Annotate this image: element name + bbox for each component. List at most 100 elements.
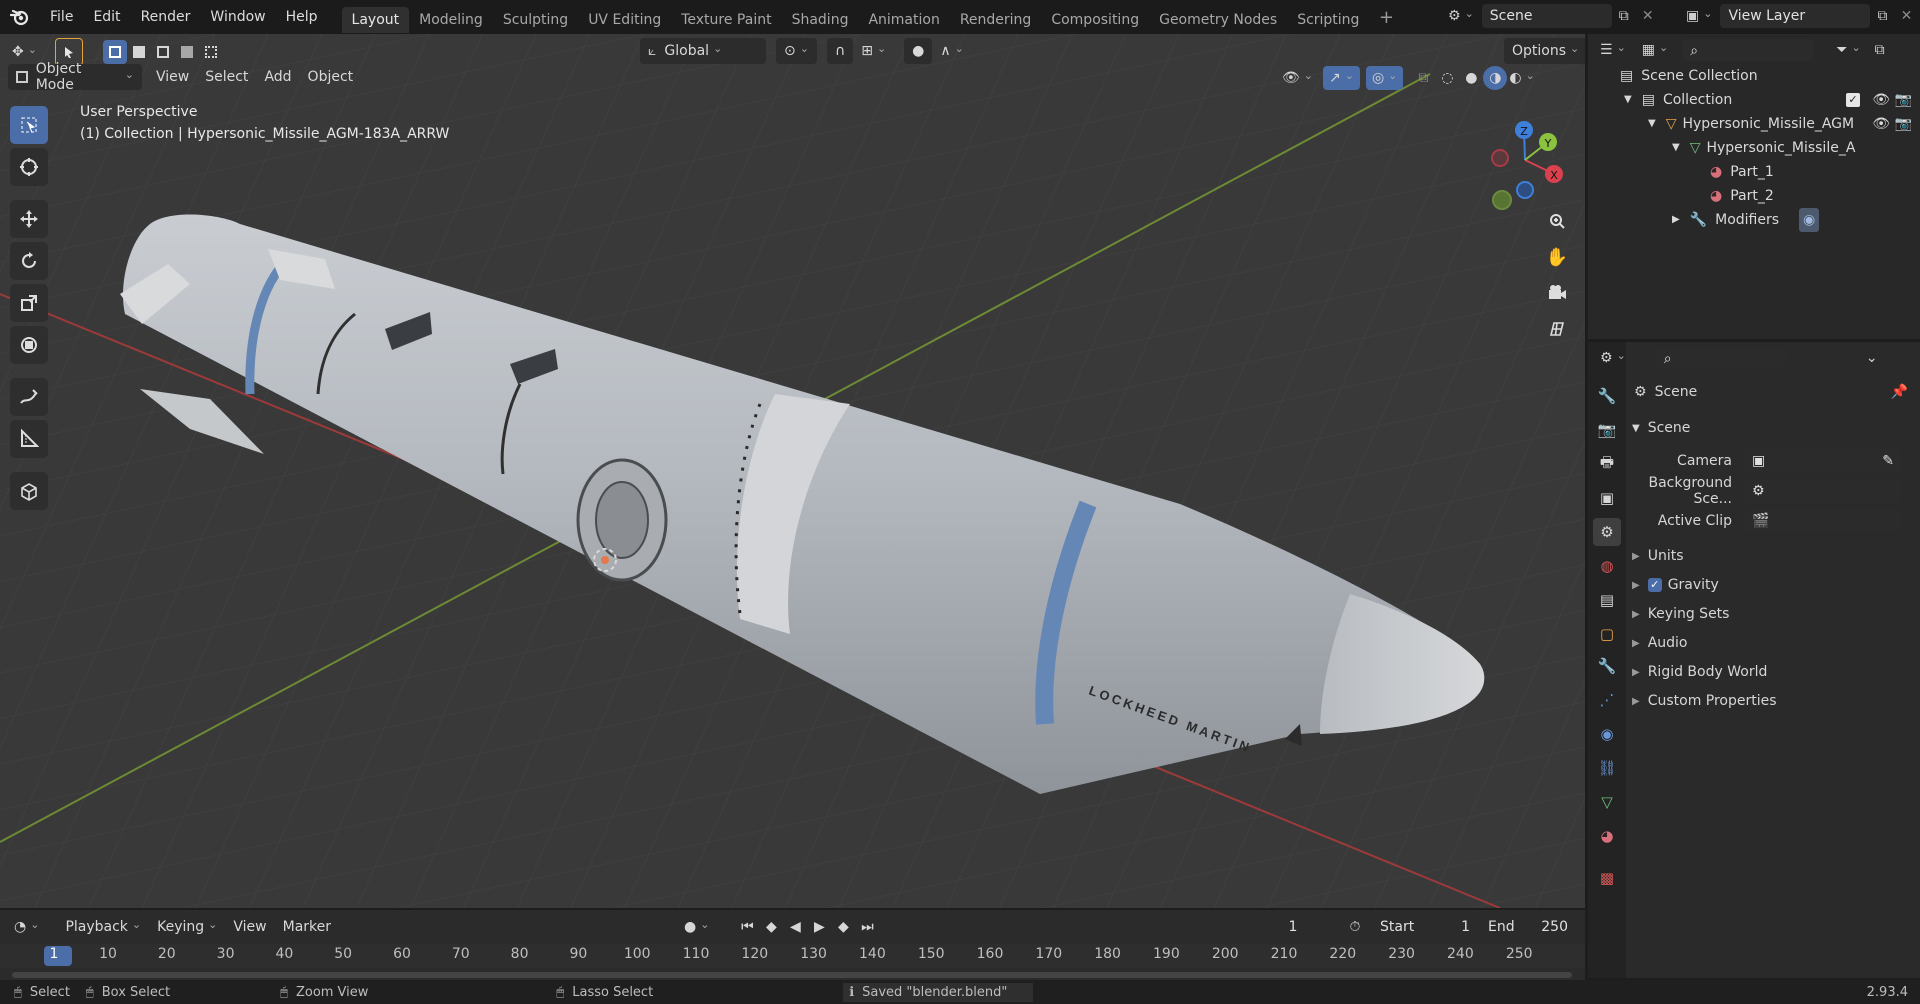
- expand-arrow-icon[interactable]: ▼: [1672, 136, 1680, 160]
- collapse-arrow-icon[interactable]: ▶: [1672, 208, 1680, 232]
- pan-hand-icon[interactable]: ✋: [1542, 242, 1572, 272]
- properties-options-icon[interactable]: ⌄: [1862, 346, 1882, 370]
- scale-tool-icon[interactable]: [10, 284, 48, 322]
- play-icon[interactable]: ▶: [807, 915, 831, 939]
- world-properties-icon[interactable]: ◍: [1593, 552, 1621, 580]
- scene-properties-icon[interactable]: ⚙: [1593, 518, 1621, 546]
- delete-view-layer-icon[interactable]: ✕: [1894, 4, 1918, 28]
- tab-compositing[interactable]: Compositing: [1041, 7, 1149, 33]
- tab-layout[interactable]: Layout: [341, 7, 410, 33]
- solid-shading-icon[interactable]: ●: [1459, 66, 1483, 90]
- 3d-viewport[interactable]: LOCKHEED MARTIN ✥ ⟀ Global ⊙ ∩ ⊞ ● ∧: [0, 34, 1585, 908]
- tab-shading[interactable]: Shading: [782, 7, 859, 33]
- visibility-eye-icon[interactable]: 👁: [1872, 112, 1890, 136]
- tab-rendering[interactable]: Rendering: [950, 7, 1042, 33]
- jump-to-end-icon[interactable]: ⏭: [855, 915, 879, 939]
- play-reverse-icon[interactable]: ◀: [783, 915, 807, 939]
- collection-properties-icon[interactable]: ▤: [1593, 586, 1621, 614]
- pin-icon[interactable]: 📌: [1891, 384, 1908, 400]
- keying-sets-panel-header[interactable]: ▶ Keying Sets: [1632, 600, 1916, 628]
- view-layer-properties-icon[interactable]: ▣: [1593, 484, 1621, 512]
- menu-timeline-view[interactable]: View: [225, 914, 274, 940]
- proportional-falloff-dropdown[interactable]: ∧: [932, 38, 971, 64]
- cursor-tool-icon[interactable]: [10, 148, 48, 186]
- eyedropper-icon[interactable]: ✎: [1882, 449, 1894, 473]
- view-layer-field[interactable]: View Layer: [1720, 4, 1871, 28]
- menu-select[interactable]: Select: [197, 64, 256, 90]
- tab-modeling[interactable]: Modeling: [409, 7, 493, 33]
- view-layer-browse-icon[interactable]: ▣: [1682, 4, 1716, 28]
- outliner-search-input[interactable]: ⌕: [1682, 39, 1815, 61]
- transform-tool-icon[interactable]: [10, 326, 48, 364]
- material-preview-shading-icon[interactable]: ◑: [1483, 66, 1508, 90]
- menu-render[interactable]: Render: [131, 0, 201, 34]
- rigid-body-world-panel-header[interactable]: ▶ Rigid Body World: [1632, 658, 1916, 686]
- units-panel-header[interactable]: ▶ Units: [1632, 542, 1916, 570]
- navigation-gizmo[interactable]: Z X Y: [1476, 108, 1580, 212]
- tab-scripting[interactable]: Scripting: [1287, 7, 1369, 33]
- rotate-tool-icon[interactable]: [10, 242, 48, 280]
- outliner-row-modifiers[interactable]: ▶ 🔧 Modifiers ◉: [1588, 208, 1920, 232]
- zoom-icon[interactable]: [1542, 206, 1572, 236]
- menu-edit[interactable]: Edit: [83, 0, 130, 34]
- timeline-scrollbar[interactable]: [12, 972, 1572, 978]
- data-properties-icon[interactable]: ▽: [1593, 788, 1621, 816]
- filter-icon[interactable]: ⏷: [1832, 38, 1864, 62]
- subtract-selection-icon[interactable]: [151, 40, 175, 64]
- camera-field[interactable]: ▣ ✎: [1744, 448, 1902, 473]
- end-frame-field[interactable]: End 250: [1480, 915, 1576, 939]
- expand-arrow-icon[interactable]: ▼: [1624, 88, 1632, 112]
- auto-keying-icon[interactable]: ●: [680, 915, 713, 939]
- move-tool-icon[interactable]: [10, 200, 48, 238]
- menu-view[interactable]: View: [148, 64, 197, 90]
- new-scene-icon[interactable]: ⧉: [1612, 4, 1636, 28]
- visibility-filter-icon[interactable]: 👁: [1278, 66, 1317, 90]
- render-camera-icon[interactable]: 📷: [1895, 112, 1912, 136]
- overlays-toggle-icon[interactable]: ◎: [1365, 66, 1404, 90]
- timeline-editor-type-icon[interactable]: ◔: [10, 915, 43, 939]
- particle-properties-icon[interactable]: ⋰: [1593, 686, 1621, 714]
- preview-range-icon[interactable]: ⏱: [1342, 915, 1368, 939]
- menu-playback[interactable]: Playback: [57, 914, 149, 940]
- tab-texture-paint[interactable]: Texture Paint: [671, 7, 781, 33]
- transform-orientation-dropdown[interactable]: ⟀ Global: [640, 38, 766, 64]
- exclude-checkbox[interactable]: ✓: [1846, 93, 1860, 107]
- scene-name-field[interactable]: Scene: [1481, 4, 1612, 28]
- delete-scene-icon[interactable]: ✕: [1636, 4, 1660, 28]
- invert-selection-icon[interactable]: [175, 40, 199, 64]
- annotate-tool-icon[interactable]: [10, 378, 48, 416]
- tool-properties-icon[interactable]: 🔧: [1593, 382, 1621, 410]
- snap-target-dropdown[interactable]: ⊞: [853, 38, 894, 64]
- new-view-layer-icon[interactable]: ⧉: [1870, 4, 1894, 28]
- object-properties-icon[interactable]: ▢: [1593, 620, 1621, 648]
- ortho-grid-icon[interactable]: [1542, 314, 1572, 344]
- wireframe-shading-icon[interactable]: ◌: [1435, 66, 1459, 90]
- rendered-shading-icon[interactable]: ◐: [1507, 66, 1536, 90]
- add-cube-tool-icon[interactable]: [10, 472, 48, 510]
- gravity-panel-header[interactable]: ▶ ✓ Gravity: [1632, 571, 1916, 599]
- menu-object[interactable]: Object: [300, 64, 362, 90]
- texture-properties-icon[interactable]: ▩: [1593, 864, 1621, 892]
- background-scene-field[interactable]: ⚙: [1744, 478, 1902, 503]
- outliner-row-mesh[interactable]: ▼ ▽ Hypersonic_Missile_A: [1588, 136, 1920, 160]
- outliner-editor-type-icon[interactable]: ☰: [1596, 38, 1630, 62]
- scene-panel-header[interactable]: ▼ Scene: [1632, 414, 1916, 442]
- display-mode-icon[interactable]: ▦: [1638, 38, 1672, 62]
- current-frame-field[interactable]: 1: [1250, 915, 1336, 939]
- snap-toggle[interactable]: ∩: [826, 38, 854, 64]
- menu-add[interactable]: Add: [256, 64, 299, 90]
- gravity-checkbox[interactable]: ✓: [1647, 578, 1662, 592]
- intersect-selection-icon[interactable]: [199, 40, 223, 64]
- custom-properties-panel-header[interactable]: ▶ Custom Properties: [1632, 687, 1916, 715]
- visibility-eye-icon[interactable]: 👁: [1872, 88, 1890, 112]
- expand-arrow-icon[interactable]: ▼: [1648, 112, 1656, 136]
- jump-to-keyframe-forward-icon[interactable]: ◆: [831, 915, 855, 939]
- render-camera-icon[interactable]: 📷: [1895, 88, 1912, 112]
- viewport-scene[interactable]: LOCKHEED MARTIN: [0, 34, 1585, 908]
- physics-properties-icon[interactable]: ◉: [1593, 720, 1621, 748]
- gizmo-toggle-icon[interactable]: ↗: [1323, 66, 1360, 90]
- audio-panel-header[interactable]: ▶ Audio: [1632, 629, 1916, 657]
- outliner-row-part-2[interactable]: ◕ Part_2: [1588, 184, 1920, 208]
- scene-browse-icon[interactable]: ⚙: [1444, 4, 1478, 28]
- tab-uv-editing[interactable]: UV Editing: [578, 7, 671, 33]
